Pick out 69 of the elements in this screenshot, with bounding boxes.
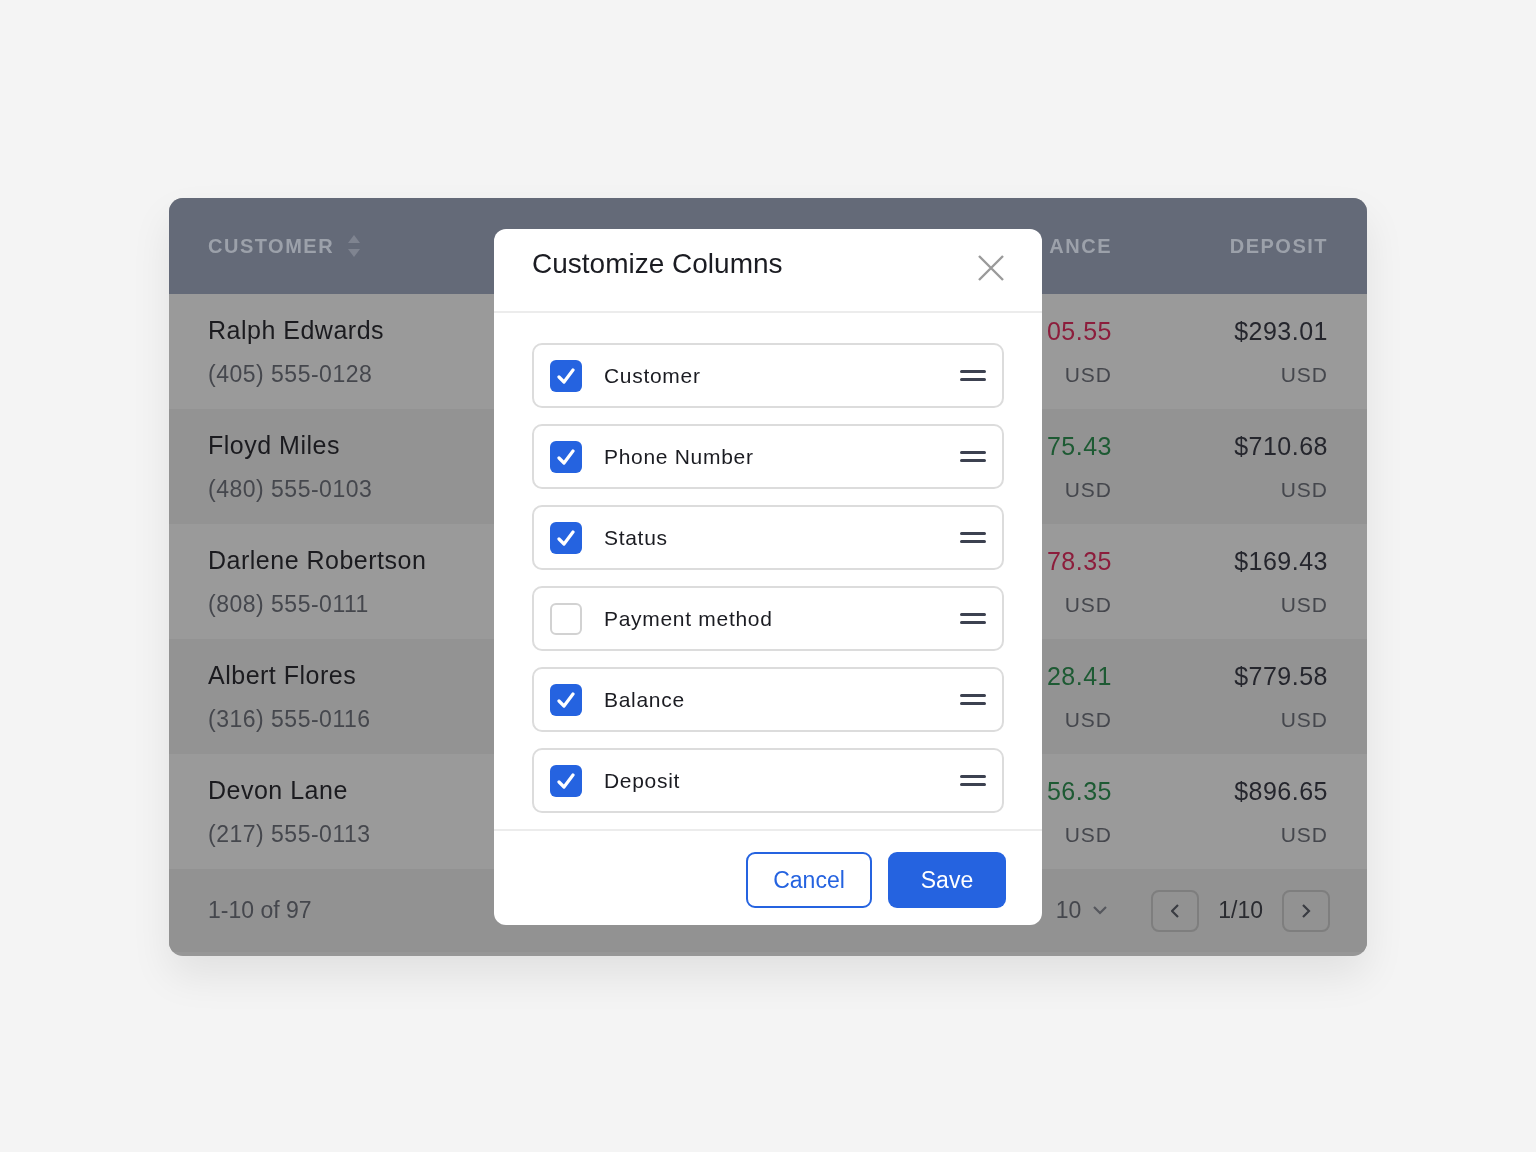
currency-label: USD: [1064, 822, 1112, 846]
chevron-left-icon: [1170, 903, 1180, 918]
column-name: Phone Number: [604, 443, 755, 470]
currency-label: USD: [1064, 362, 1112, 386]
checkbox[interactable]: [550, 440, 582, 473]
column-option[interactable]: Balance: [532, 667, 1004, 732]
currency-label: USD: [1280, 477, 1328, 501]
drag-handle-icon[interactable]: [960, 694, 986, 705]
balance-amount: 28.41: [1046, 662, 1112, 690]
phone-number: (405) 555-0128: [208, 361, 373, 387]
balance-amount: 78.35: [1046, 547, 1112, 575]
drag-handle-icon[interactable]: [960, 451, 986, 462]
column-name: Status: [604, 524, 669, 551]
column-name: Deposit: [604, 767, 682, 794]
column-name: Customer: [604, 362, 702, 389]
phone-number: (217) 555-0113: [208, 821, 371, 847]
currency-label: USD: [1280, 707, 1328, 731]
drag-handle-icon[interactable]: [960, 613, 986, 624]
customer-name: Darlene Robertson: [208, 545, 427, 574]
checkbox[interactable]: [550, 683, 582, 716]
save-button[interactable]: Save: [888, 852, 1006, 908]
currency-label: USD: [1064, 707, 1112, 731]
check-icon: [557, 367, 575, 384]
cancel-button[interactable]: Cancel: [746, 852, 872, 908]
currency-label: USD: [1280, 822, 1328, 846]
column-name: Balance: [604, 686, 686, 713]
customer-name: Albert Flores: [208, 660, 357, 689]
phone-number: (480) 555-0103: [208, 476, 373, 502]
column-option[interactable]: Phone Number: [532, 424, 1004, 489]
check-icon: [557, 448, 575, 465]
deposit-amount: $710.68: [1234, 432, 1328, 460]
close-icon: [978, 255, 1004, 281]
customer-name: Ralph Edwards: [208, 315, 385, 344]
deposit-amount: $169.43: [1234, 547, 1328, 575]
result-range: 1-10 of 97: [208, 896, 313, 926]
column-option[interactable]: Deposit: [532, 748, 1004, 813]
chevron-down-icon: [1093, 906, 1108, 915]
drag-handle-icon[interactable]: [960, 370, 986, 381]
customer-name: Floyd Miles: [208, 430, 340, 459]
currency-label: USD: [1280, 592, 1328, 616]
balance-amount: 05.55: [1046, 317, 1112, 345]
checkbox[interactable]: [550, 602, 582, 635]
currency-label: USD: [1280, 362, 1328, 386]
balance-amount: 75.43: [1046, 432, 1112, 460]
column-option[interactable]: Payment method: [532, 586, 1004, 651]
column-option[interactable]: Customer: [532, 343, 1004, 408]
balance-amount: 56.35: [1046, 777, 1112, 805]
check-icon: [557, 772, 575, 789]
close-button[interactable]: [978, 255, 1004, 281]
check-icon: [557, 529, 575, 546]
checkbox[interactable]: [550, 764, 582, 797]
column-option[interactable]: Status: [532, 505, 1004, 570]
deposit-amount: $896.65: [1234, 777, 1328, 805]
deposit-amount: $779.58: [1234, 662, 1328, 690]
drag-handle-icon[interactable]: [960, 532, 986, 543]
page-indicator: 1/10: [1218, 896, 1263, 926]
deposit-amount: $293.01: [1234, 317, 1328, 345]
dialog-title: Customize Columns: [532, 247, 783, 281]
phone-number: (808) 555-0111: [208, 591, 369, 617]
chevron-right-icon: [1301, 903, 1311, 918]
phone-number: (316) 555-0116: [208, 706, 371, 732]
currency-label: USD: [1064, 477, 1112, 501]
check-icon: [557, 691, 575, 708]
customer-name: Devon Lane: [208, 775, 348, 804]
checkbox[interactable]: [550, 521, 582, 554]
column-name: Payment method: [604, 605, 774, 632]
drag-handle-icon[interactable]: [960, 775, 986, 786]
currency-label: USD: [1064, 592, 1112, 616]
checkbox[interactable]: [550, 359, 582, 392]
